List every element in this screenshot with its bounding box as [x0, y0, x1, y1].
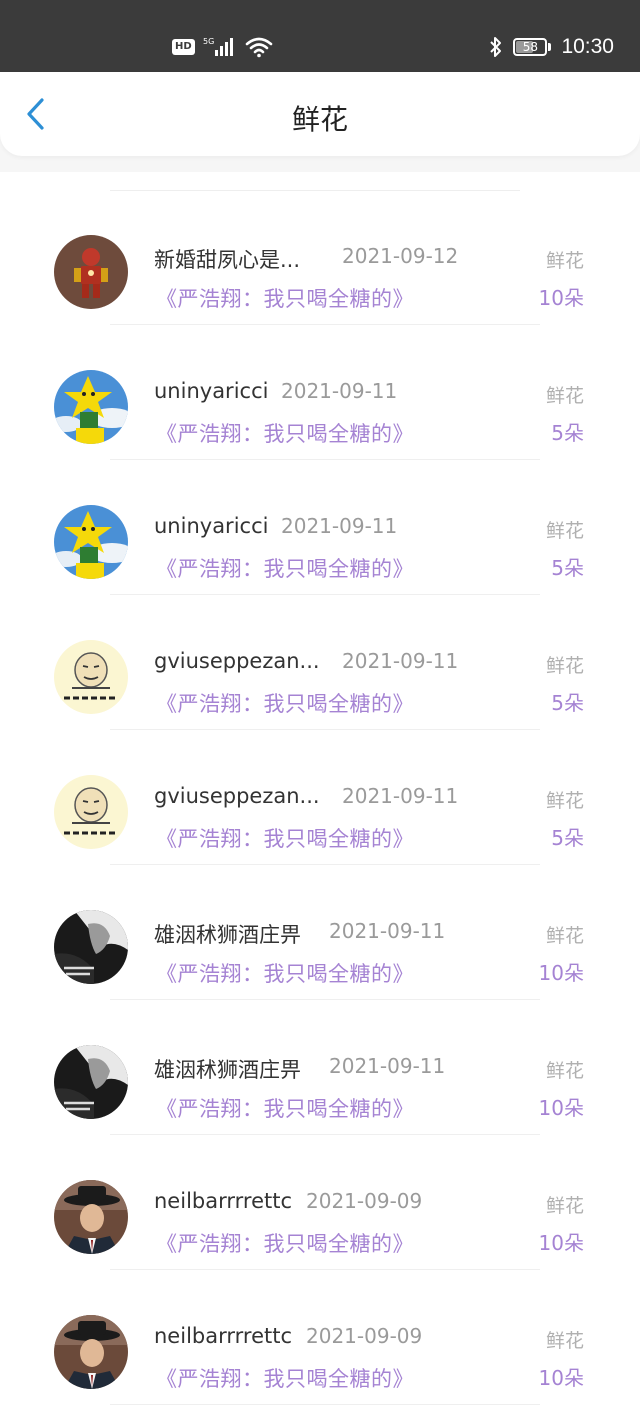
song-title: 《严浩翔：我只喝全糖的》	[156, 422, 414, 446]
gift-date: 2021-09-09	[306, 1324, 423, 1348]
battery-icon: 58	[513, 38, 552, 56]
divider	[110, 1404, 540, 1405]
gift-type: 鲜花	[545, 655, 584, 677]
gift-type: 鲜花	[545, 385, 584, 407]
song-title: 《严浩翔：我只喝全糖的》	[156, 1097, 414, 1121]
gift-date: 2021-09-11	[281, 379, 398, 403]
gift-count: 10朵	[538, 961, 584, 985]
list-item[interactable]: 雄洇秫狮酒庄畀 2021-09-11 《严浩翔：我只喝全糖的》 鲜花 10朵	[0, 1000, 640, 1135]
list-item[interactable]: neilbarrrrettc 2021-09-09 《严浩翔：我只喝全糖的》 鲜花 10…	[0, 1135, 640, 1270]
song-title: 《严浩翔：我只喝全糖的》	[156, 557, 414, 581]
battery-level: 58	[522, 40, 539, 54]
gift-count: 10朵	[538, 1231, 584, 1255]
gift-date: 2021-09-12	[342, 244, 459, 268]
avatar[interactable]	[54, 775, 128, 849]
gift-type: 鲜花	[545, 1330, 584, 1352]
gift-date: 2021-09-11	[342, 784, 459, 808]
gift-type: 鲜花	[545, 520, 584, 542]
status-bar-network: HD 5G	[172, 34, 273, 60]
wifi-icon	[245, 37, 272, 58]
list-item[interactable]: uninyaricci 2021-09-11 《严浩翔：我只喝全糖的》 鲜花 5朵	[0, 460, 640, 595]
list-item[interactable]: gviuseppezan... 2021-09-11 《严浩翔：我只喝全糖的》 鲜花 5…	[0, 595, 640, 730]
list-item[interactable]: 新婚甜夙心是... 2021-09-12 《严浩翔：我只喝全糖的》 鲜花 10朵	[0, 190, 640, 325]
avatar[interactable]	[54, 370, 128, 444]
avatar[interactable]	[54, 1315, 128, 1389]
user-name: gviuseppezan...	[154, 784, 320, 808]
signal-icon: 5G	[203, 37, 233, 56]
gift-count: 5朵	[551, 556, 584, 580]
avatar[interactable]	[54, 505, 128, 579]
flower-record-list: 新婚甜夙心是... 2021-09-12 《严浩翔：我只喝全糖的》 鲜花 10朵 unin…	[0, 172, 640, 1422]
user-name: gviuseppezan...	[154, 649, 320, 673]
list-item[interactable]: 雄洇秫狮酒庄畀 2021-09-11 《严浩翔：我只喝全糖的》 鲜花 10朵	[0, 865, 640, 1000]
gift-date: 2021-09-11	[329, 919, 446, 943]
network-label: 5G	[203, 37, 214, 46]
gift-count: 5朵	[551, 421, 584, 445]
hd-icon: HD	[172, 39, 195, 55]
song-title: 《严浩翔：我只喝全糖的》	[156, 287, 414, 311]
user-name: neilbarrrrettc	[154, 1324, 292, 1348]
user-name: neilbarrrrettc	[154, 1189, 292, 1213]
clock: 10:30	[561, 35, 614, 58]
user-name: 新婚甜夙心是...	[154, 248, 301, 272]
song-title: 《严浩翔：我只喝全糖的》	[156, 827, 414, 851]
list-item[interactable]: gviuseppezan... 2021-09-11 《严浩翔：我只喝全糖的》 鲜花 5…	[0, 730, 640, 865]
list-item[interactable]: neilbarrrrettc 2021-09-09 《严浩翔：我只喝全糖的》 鲜花 10…	[0, 1270, 640, 1405]
avatar[interactable]	[54, 910, 128, 984]
gift-date: 2021-09-09	[306, 1189, 423, 1213]
gift-date: 2021-09-11	[342, 649, 459, 673]
song-title: 《严浩翔：我只喝全糖的》	[156, 1367, 414, 1391]
user-name: 雄洇秫狮酒庄畀	[154, 923, 301, 947]
user-name: uninyaricci	[154, 514, 269, 538]
gift-date: 2021-09-11	[329, 1054, 446, 1078]
avatar[interactable]	[54, 235, 128, 309]
user-name: 雄洇秫狮酒庄畀	[154, 1058, 301, 1082]
list-item[interactable]: uninyaricci 2021-09-11 《严浩翔：我只喝全糖的》 鲜花 5朵	[0, 325, 640, 460]
status-bar: HD 5G 58 10:30	[0, 0, 640, 72]
gift-type: 鲜花	[545, 790, 584, 812]
gift-type: 鲜花	[545, 1060, 584, 1082]
page-header: 鲜花	[0, 72, 640, 156]
gift-count: 10朵	[538, 286, 584, 310]
bluetooth-icon	[490, 37, 502, 57]
avatar[interactable]	[54, 1045, 128, 1119]
song-title: 《严浩翔：我只喝全糖的》	[156, 1232, 414, 1256]
gift-count: 10朵	[538, 1366, 584, 1390]
gift-type: 鲜花	[545, 1195, 584, 1217]
avatar[interactable]	[54, 640, 128, 714]
gift-count: 10朵	[538, 1096, 584, 1120]
gift-date: 2021-09-11	[281, 514, 398, 538]
page-title: 鲜花	[291, 103, 348, 136]
user-name: uninyaricci	[154, 379, 269, 403]
gift-type: 鲜花	[545, 250, 584, 272]
song-title: 《严浩翔：我只喝全糖的》	[156, 692, 414, 716]
song-title: 《严浩翔：我只喝全糖的》	[156, 962, 414, 986]
gift-type: 鲜花	[545, 925, 584, 947]
gift-count: 5朵	[551, 691, 584, 715]
avatar[interactable]	[54, 1180, 128, 1254]
gift-count: 5朵	[551, 826, 584, 850]
status-bar-right: 58 10:30	[489, 30, 614, 64]
